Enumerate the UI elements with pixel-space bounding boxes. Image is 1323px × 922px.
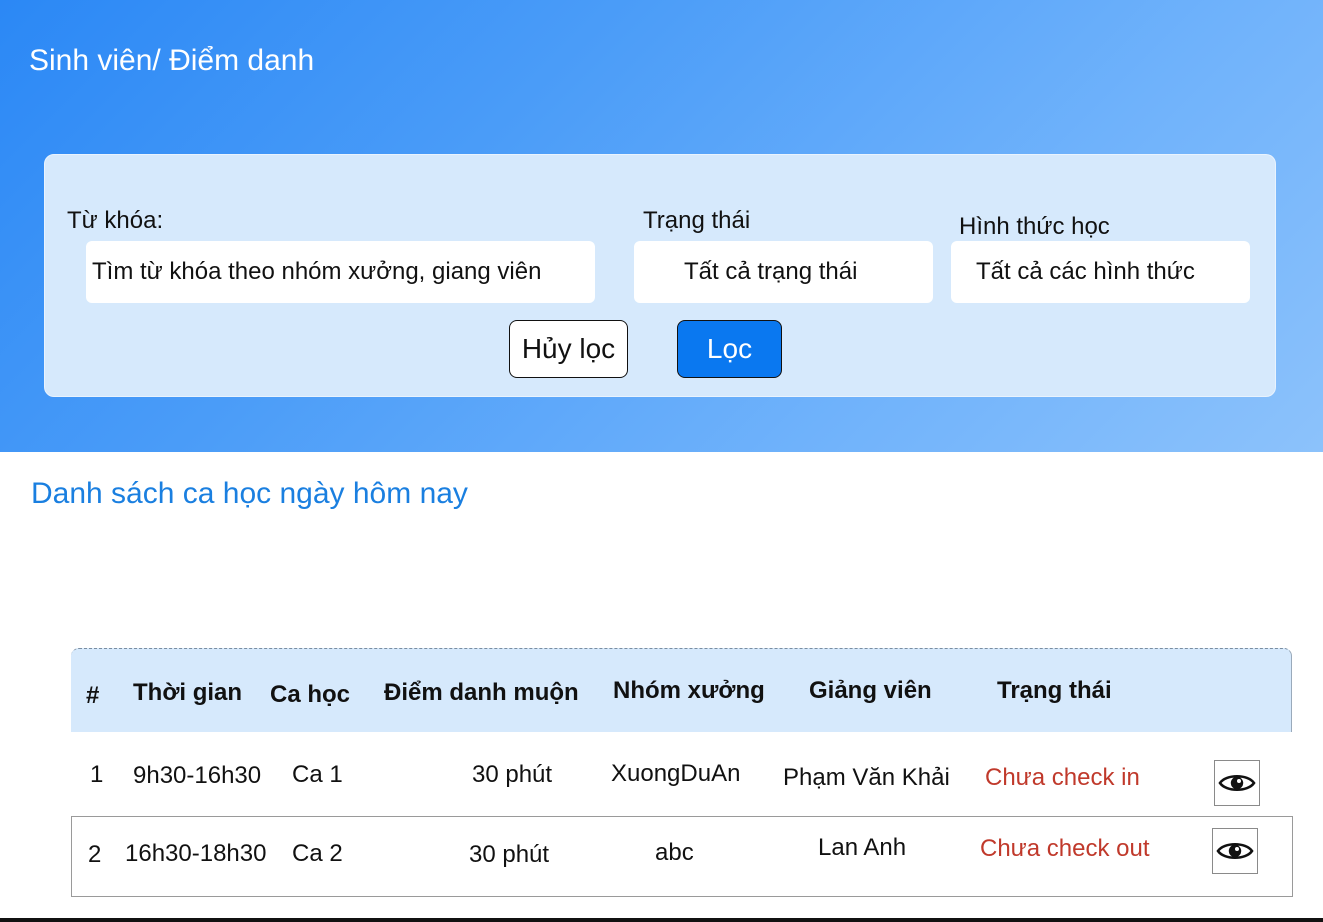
status-label: Trạng thái: [643, 207, 751, 234]
column-header-shift: Ca học: [270, 681, 351, 708]
row-late-checkin: 30 phút: [472, 761, 553, 788]
keyword-search-input[interactable]: Tìm từ khóa theo nhóm xưởng, giang viên: [86, 241, 595, 303]
column-header-group: Nhóm xưởng: [613, 677, 765, 704]
learning-mode-label: Hình thức học: [959, 213, 1110, 240]
row-late-checkin: 30 phút: [469, 841, 550, 868]
column-header-lecturer: Giảng viên: [809, 677, 932, 704]
row-lecturer: Phạm Văn Khải: [783, 764, 950, 791]
keyword-label: Từ khóa:: [67, 207, 164, 234]
column-header-index: #: [86, 682, 100, 709]
row-group: abc: [655, 839, 694, 866]
eye-icon: [1218, 774, 1256, 792]
status-select-value: Tất cả trạng thái: [684, 258, 858, 285]
eye-icon: [1216, 842, 1254, 860]
bottom-divider: [0, 918, 1323, 922]
table-header: # Thời gian Ca học Điểm danh muộn Nhóm x…: [71, 648, 1292, 732]
learning-mode-select-value: Tất cả các hình thức: [976, 258, 1195, 285]
reset-filter-button[interactable]: Hủy lọc: [509, 320, 628, 378]
column-header-time: Thời gian: [133, 679, 243, 706]
header-banner: Sinh viên/ Điểm danh Từ khóa: Tìm từ khó…: [0, 0, 1323, 452]
row-status: Chưa check out: [980, 835, 1150, 862]
apply-filter-button[interactable]: Lọc: [677, 320, 782, 378]
row-time: 9h30-16h30: [133, 762, 262, 789]
row-time: 16h30-18h30: [125, 840, 267, 867]
section-title: Danh sách ca học ngày hôm nay: [31, 477, 468, 510]
row-group: XuongDuAn: [611, 760, 741, 787]
row-shift: Ca 2: [292, 840, 343, 867]
row-index: 2: [88, 841, 102, 868]
filter-panel: Từ khóa: Tìm từ khóa theo nhóm xưởng, gi…: [44, 154, 1276, 397]
breadcrumb: Sinh viên/ Điểm danh: [29, 44, 315, 77]
row-lecturer: Lan Anh: [818, 834, 907, 861]
row-index: 1: [90, 761, 104, 788]
view-details-button[interactable]: [1212, 828, 1258, 874]
row-status: Chưa check in: [985, 764, 1140, 791]
column-header-late-checkin: Điểm danh muộn: [384, 679, 579, 706]
status-select[interactable]: Tất cả trạng thái: [634, 241, 933, 303]
row-shift: Ca 1: [292, 761, 343, 788]
keyword-placeholder: Tìm từ khóa theo nhóm xưởng, giang viên: [92, 258, 542, 285]
view-details-button[interactable]: [1214, 760, 1260, 806]
column-header-status: Trạng thái: [997, 677, 1112, 704]
learning-mode-select[interactable]: Tất cả các hình thức: [951, 241, 1250, 303]
